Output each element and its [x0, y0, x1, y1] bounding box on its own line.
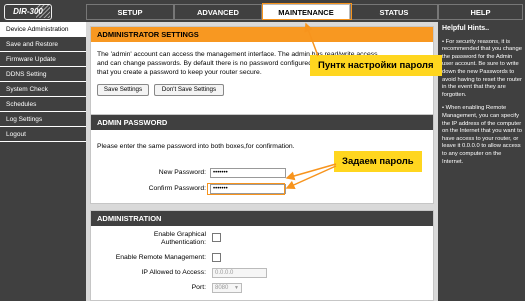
- graphical-auth-checkbox[interactable]: [212, 233, 221, 242]
- sidebar-item-system-check[interactable]: System Check: [0, 82, 86, 97]
- confirm-password-highlight: [207, 183, 285, 195]
- remote-management-checkbox[interactable]: [212, 253, 221, 262]
- ip-allowed-label: IP Allowed to Access:: [141, 269, 206, 276]
- callout-password-settings: Пунтк настройки пароля: [310, 55, 442, 76]
- new-password-input[interactable]: •••••••: [210, 168, 286, 178]
- tab-setup[interactable]: SETUP: [86, 4, 174, 20]
- administration-title: ADMINISTRATION: [91, 211, 433, 226]
- tab-advanced[interactable]: ADVANCED: [174, 4, 262, 20]
- admin-password-title: ADMIN PASSWORD: [91, 115, 433, 130]
- sidebar-item-ddns-setting[interactable]: DDNS Setting: [0, 67, 86, 82]
- sidebar-item-log-settings[interactable]: Log Settings: [0, 112, 86, 127]
- helpful-hints-title: Helpful Hints..: [442, 25, 490, 32]
- administration-panel: ADMINISTRATION Enable Graphical Authenti…: [90, 210, 434, 301]
- help-tip-remote-management: • When enabling Remote Management, you c…: [442, 105, 522, 165]
- helpful-hints-panel: Helpful Hints.. • For security reasons, …: [438, 22, 525, 301]
- ip-allowed-input[interactable]: 0.0.0.0: [212, 268, 267, 278]
- administrator-settings-title: ADMINISTRATOR SETTINGS: [91, 27, 433, 42]
- port-label: Port:: [191, 284, 206, 291]
- sidebar: Device Administration Save and Restore F…: [0, 22, 86, 301]
- port-select[interactable]: 8080 ▼: [212, 283, 242, 293]
- callout-set-password: Задаем пароль: [334, 151, 422, 172]
- graphical-auth-label-line-2: Authentication:: [161, 239, 206, 246]
- logo-stripes: [36, 4, 50, 18]
- remote-management-label: Enable Remote Management:: [115, 254, 206, 261]
- dont-save-settings-button[interactable]: Don't Save Settings: [154, 84, 224, 96]
- sidebar-item-device-administration[interactable]: Device Administration: [0, 22, 86, 37]
- administrator-settings-panel: ADMINISTRATOR SETTINGS The 'admin' accou…: [90, 26, 434, 126]
- tab-help[interactable]: HELP: [438, 4, 523, 20]
- maintenance-tab-highlight: [262, 3, 352, 20]
- sidebar-item-firmware-update[interactable]: Firmware Update: [0, 52, 86, 67]
- chevron-down-icon: ▼: [234, 285, 239, 291]
- port-value: 8080: [215, 285, 229, 291]
- confirm-password-label: Confirm Password:: [148, 185, 206, 192]
- tab-status[interactable]: STATUS: [350, 4, 438, 20]
- save-settings-button[interactable]: Save Settings: [97, 84, 149, 96]
- sidebar-item-schedules[interactable]: Schedules: [0, 97, 86, 112]
- help-tip-password: • For security reasons, it is recommende…: [442, 38, 522, 98]
- sidebar-item-save-and-restore[interactable]: Save and Restore: [0, 37, 86, 52]
- new-password-label: New Password:: [158, 169, 206, 176]
- password-instruction: Please enter the same password into both…: [97, 143, 295, 150]
- sidebar-item-logout[interactable]: Logout: [0, 127, 86, 142]
